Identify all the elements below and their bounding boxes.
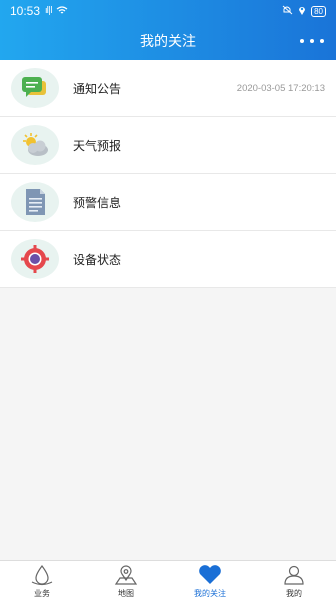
title-bar: 我的关注 (0, 22, 336, 60)
list-item-label: 通知公告 (73, 81, 122, 96)
document-icon (11, 182, 59, 222)
tab-label: 我的关注 (194, 589, 226, 598)
tab-map[interactable]: 地图 (84, 561, 168, 599)
page-title: 我的关注 (140, 34, 196, 50)
followed-list: 通知公告 2020-03-05 17:20:13 天气预报 预警信息 设备状态 (0, 60, 336, 288)
wifi-icon (56, 5, 68, 18)
battery-indicator: 80 (311, 5, 326, 17)
app-header: 10:53 ıl|l 80 我的关注 (0, 0, 336, 60)
more-dot-icon (300, 39, 304, 43)
message-icon (11, 68, 59, 108)
map-pin-icon (114, 565, 138, 585)
status-time: 10:53 (10, 4, 41, 18)
tab-business[interactable]: 业务 (0, 561, 84, 599)
list-item-notice[interactable]: 通知公告 2020-03-05 17:20:13 (0, 60, 336, 117)
status-bar: 10:53 ıl|l 80 (0, 0, 336, 22)
bottom-tab-bar: 业务 地图 我的关注 我的 (0, 560, 336, 599)
list-item-device[interactable]: 设备状态 (0, 231, 336, 288)
tab-label: 我的 (286, 589, 302, 598)
list-item-label: 预警信息 (73, 195, 122, 210)
more-menu-button[interactable] (300, 32, 324, 50)
list-item-time: 2020-03-05 17:20:13 (236, 82, 325, 94)
mute-icon (282, 5, 293, 18)
more-dot-icon (320, 39, 324, 43)
tab-mine[interactable]: 我的 (252, 561, 336, 599)
list-item-label: 天气预报 (73, 138, 122, 153)
list-item-label: 设备状态 (73, 252, 122, 267)
signal-icon: ıl|l (45, 6, 52, 16)
user-icon (284, 565, 304, 585)
list-item-warning[interactable]: 预警信息 (0, 174, 336, 231)
droplet-icon (31, 564, 53, 586)
heart-icon (199, 565, 221, 584)
tab-favorites[interactable]: 我的关注 (168, 561, 252, 599)
location-icon (298, 5, 306, 18)
list-item-weather[interactable]: 天气预报 (0, 117, 336, 174)
tab-label: 地图 (118, 589, 134, 598)
weather-icon (11, 125, 59, 165)
more-dot-icon (310, 39, 314, 43)
tab-label: 业务 (34, 589, 50, 598)
device-target-icon (11, 239, 59, 279)
